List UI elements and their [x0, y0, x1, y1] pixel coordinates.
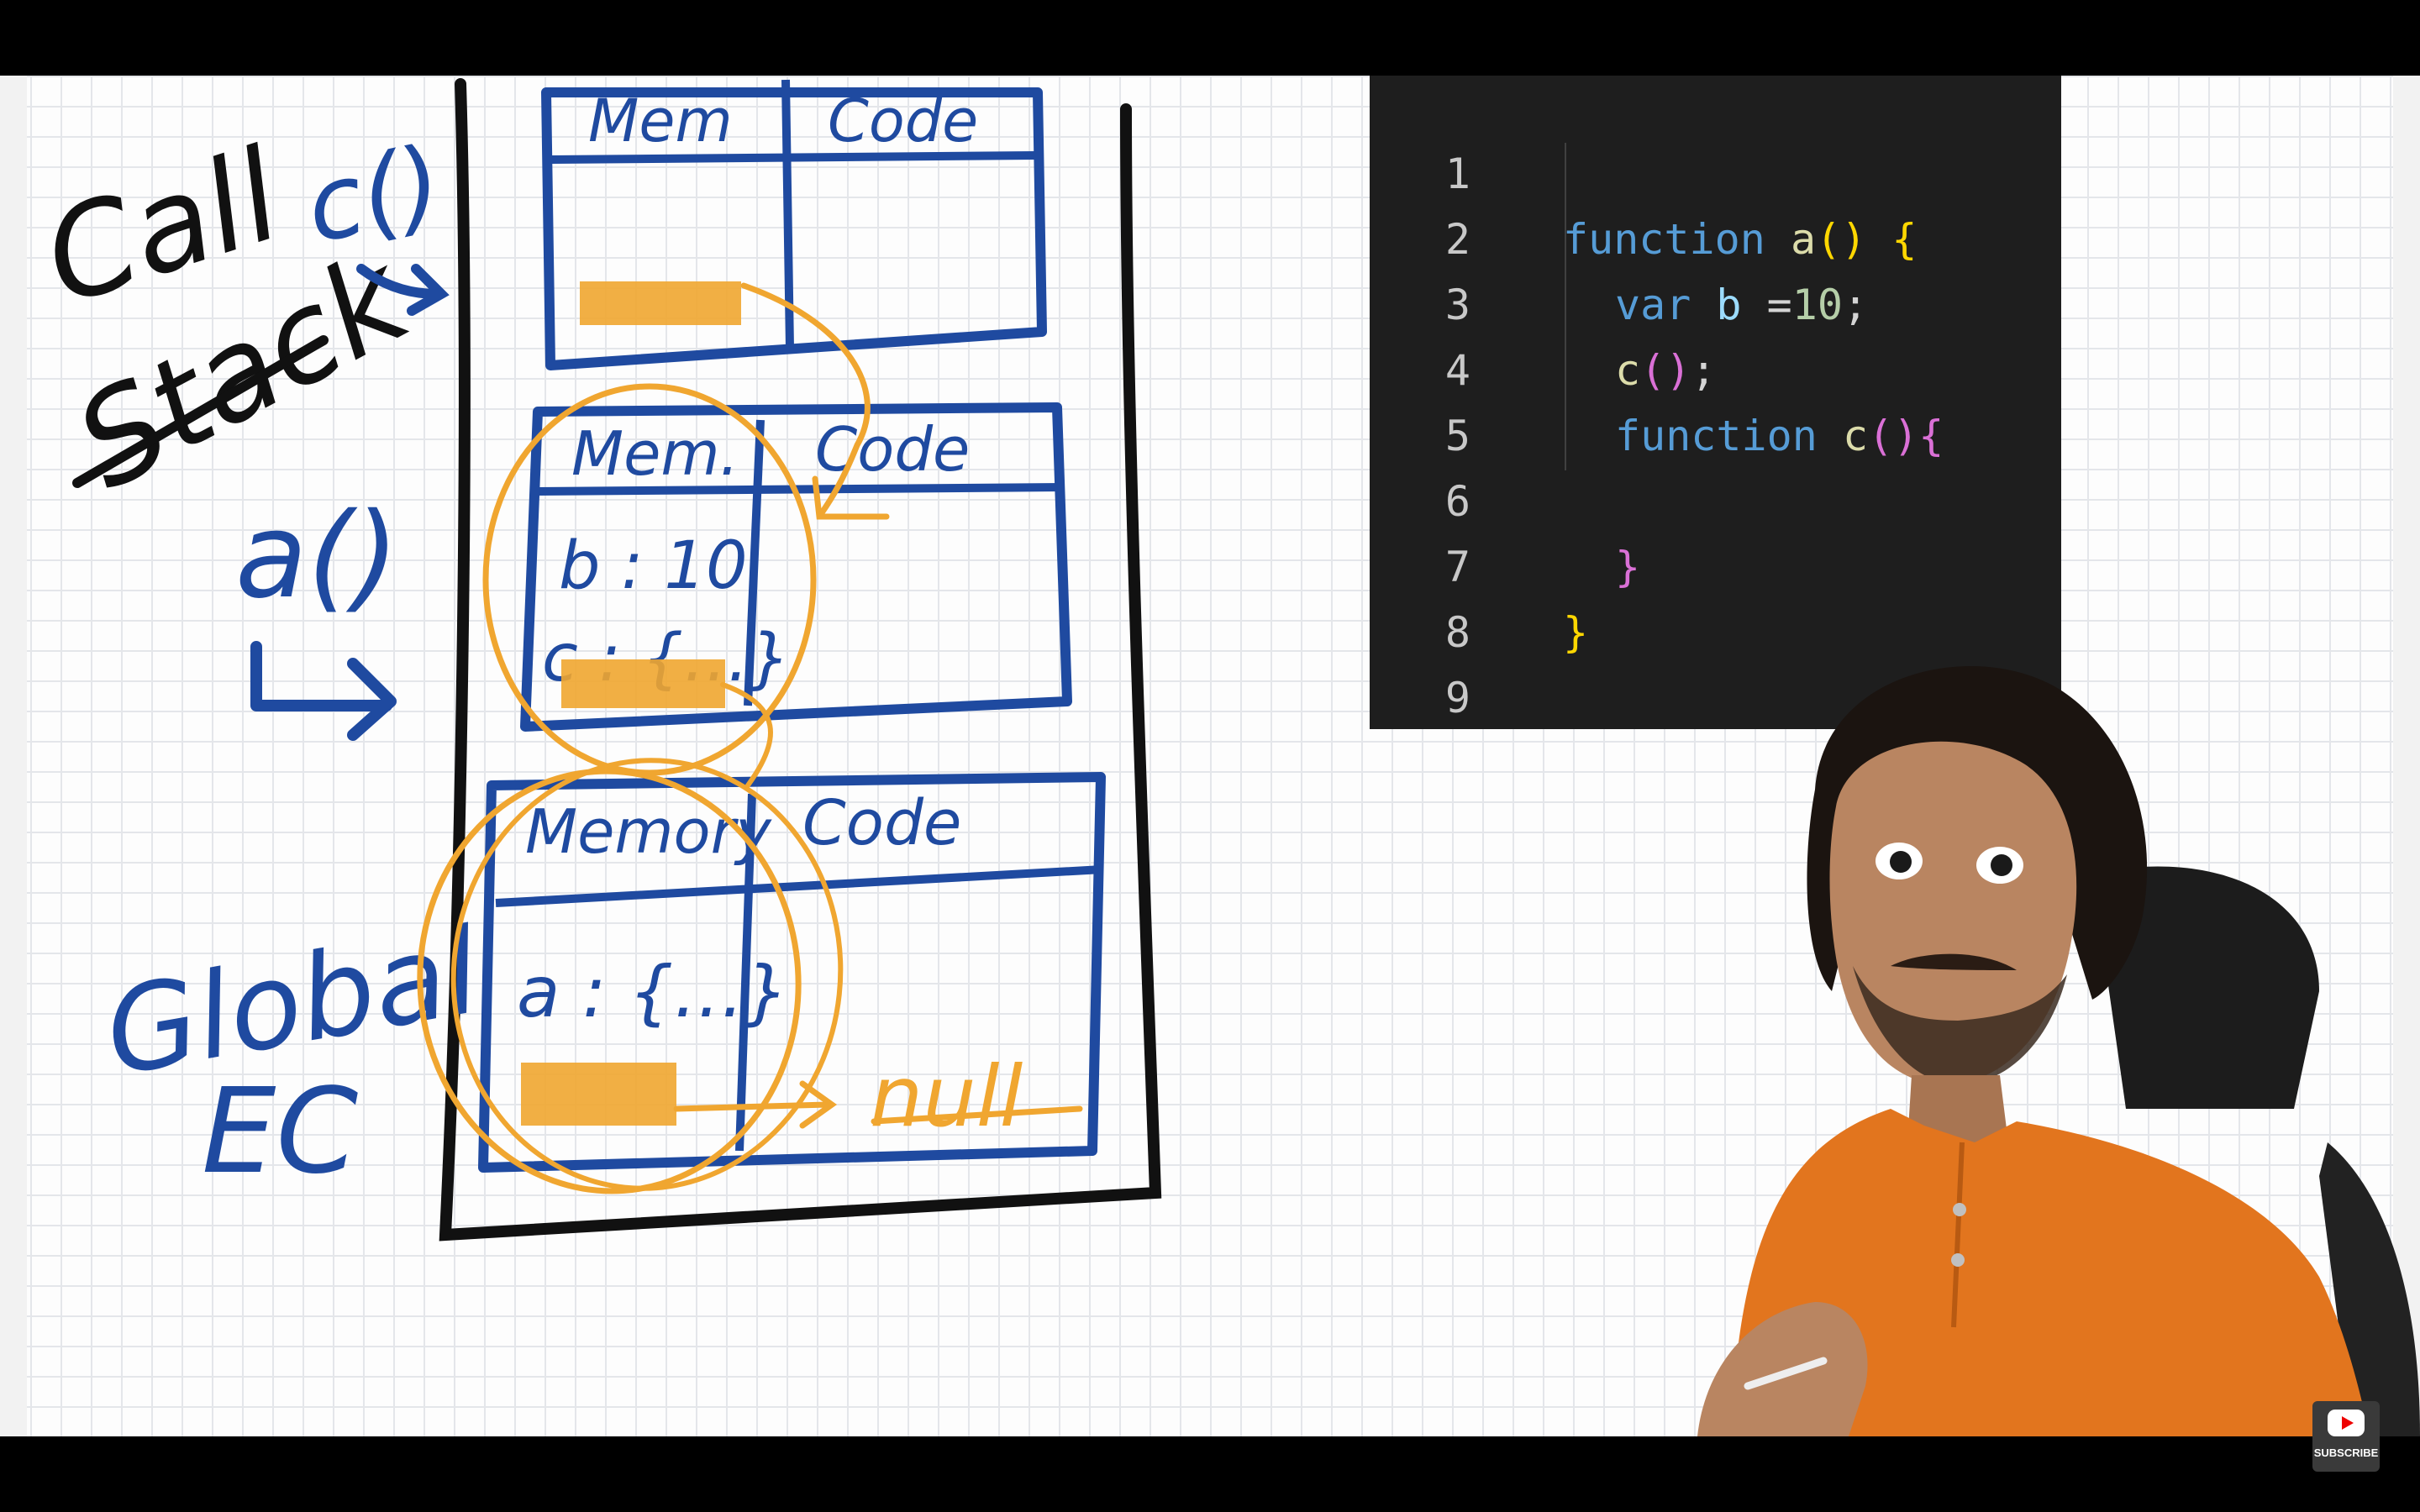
presenter: [1697, 666, 2420, 1436]
hand: [1697, 1302, 1868, 1436]
code-editor: 1 function a() { 2 var b =10; 3 c(); 4 f…: [1370, 76, 2061, 729]
frame-a-code-header: Code: [815, 414, 970, 485]
subscribe-button[interactable]: SUBSCRIBE: [2312, 1401, 2380, 1472]
frame-c-memory-header: Mem: [588, 87, 733, 155]
frame-global-entry-a: a : {…}: [517, 951, 789, 1033]
subscribe-label: SUBSCRIBE: [2313, 1446, 2379, 1459]
frame-global-highlight: [521, 1063, 676, 1126]
left-pupil: [1890, 851, 1912, 873]
execution-context-a: Mem. Code b : 10 c : {…}: [520, 402, 1072, 732]
kurta-button: [1951, 1253, 1965, 1267]
code-line: 8: [1370, 534, 2061, 657]
kurta-button: [1953, 1203, 1966, 1216]
code-line: 6 }: [1370, 403, 2061, 591]
indent-guide: [1565, 143, 1566, 470]
right-pupil: [1991, 854, 2012, 876]
c-call-label: c(): [297, 124, 452, 266]
frame-a-entry-b: b : 10: [559, 528, 748, 604]
frame-c-highlight: [580, 281, 741, 325]
a-arrow-icon: [250, 641, 397, 741]
code-line: 1 function a() {: [1370, 76, 2061, 264]
code-line: 7 }: [1370, 469, 2061, 657]
a-call-label: a(): [235, 488, 399, 625]
null-label: null: [870, 1047, 1023, 1146]
code-line: 3 c();: [1370, 207, 2061, 395]
execution-context-c: Mem Code: [541, 79, 1047, 370]
frame-a-highlight: [561, 659, 725, 708]
code-line: 5: [1370, 338, 2061, 460]
frame-c-code-header: Code: [828, 87, 978, 155]
global-ec-label-line2: EC: [202, 1063, 358, 1200]
youtube-play-icon: [2328, 1410, 2365, 1436]
frame-a-memory-header: Mem.: [571, 418, 739, 489]
code-line: 4 function c(){: [1370, 272, 2061, 460]
video-frame: Call Stack c() a() Global EC Mem Code Me…: [0, 0, 2420, 1512]
code-line: 2 var b =10;: [1370, 141, 2061, 329]
frame-global-code-header: Code: [802, 787, 961, 859]
frame-global-memory-header: Memory: [525, 796, 772, 867]
